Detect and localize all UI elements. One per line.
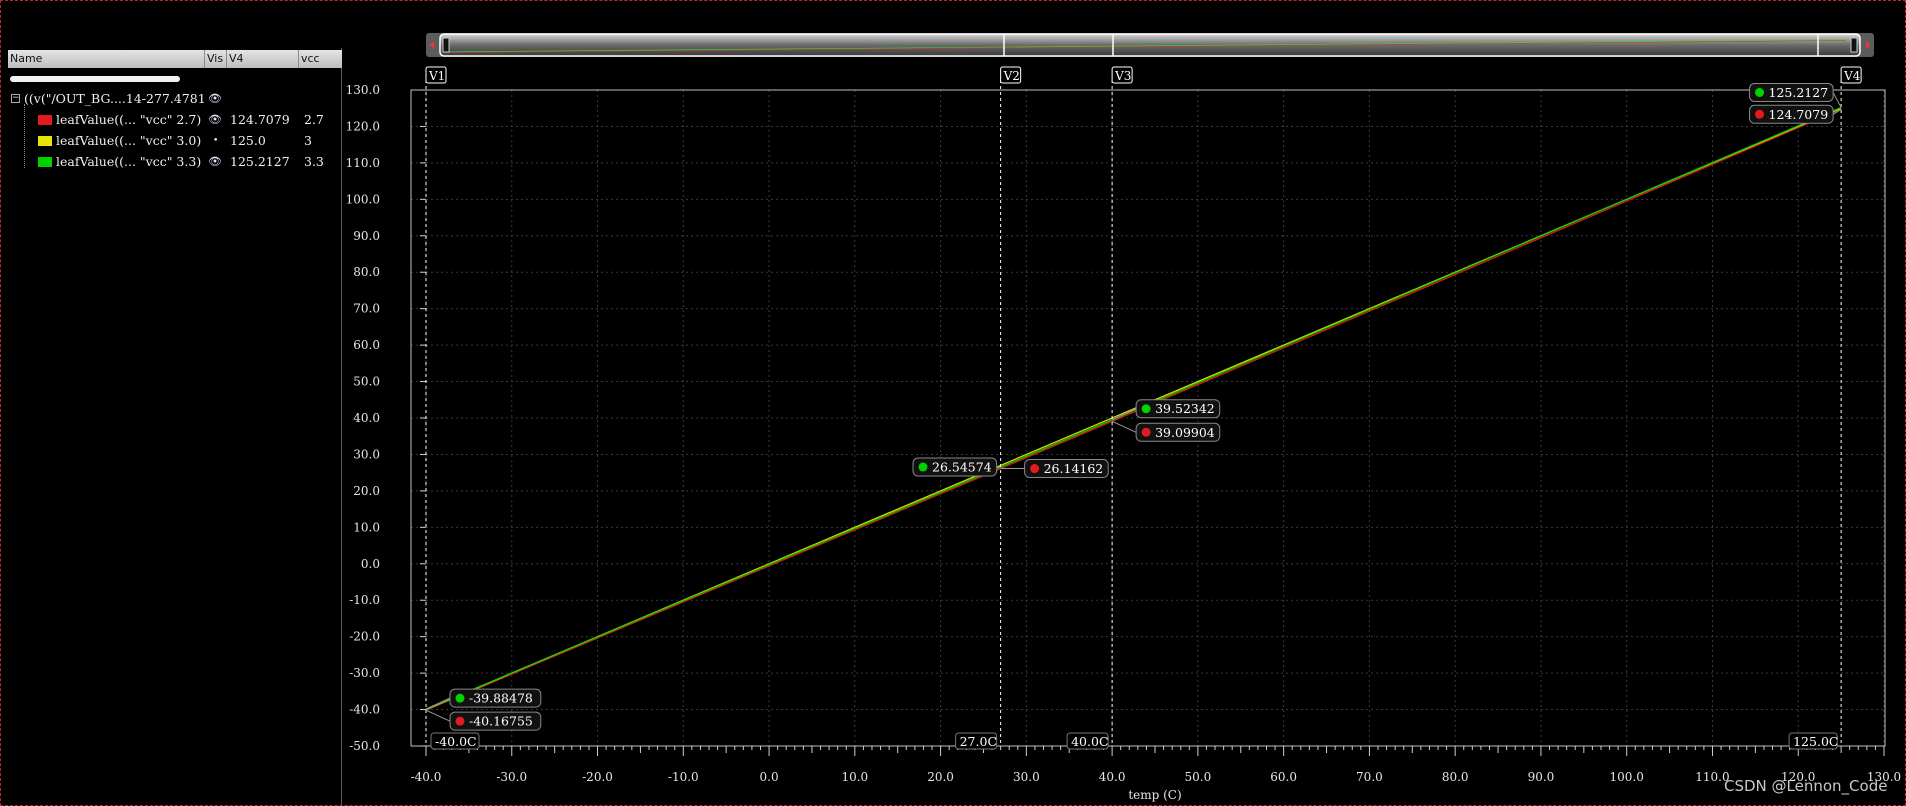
waveform-chart[interactable]: -40.0 -30.0 -20.0 -10.0 0.0 10.0 20.0 30.0 40.0 5… <box>0 0 1906 806</box>
marker-dot <box>455 716 465 726</box>
marker-value: 26.14162 <box>1044 461 1104 476</box>
series-layer <box>425 106 1842 711</box>
marker-value: -40.16755 <box>469 714 533 729</box>
cursor-tag: V3 <box>1111 66 1133 84</box>
cursor-tag: V2 <box>1000 66 1022 84</box>
marker-value: 124.7079 <box>1769 107 1829 122</box>
x-tick-label: 70.0 <box>1356 770 1383 784</box>
cursor-readout: 125.0C <box>1788 732 1838 750</box>
marker-dot <box>1030 464 1040 474</box>
marker: 39.52342 <box>1111 399 1221 421</box>
cursor-readout-value: -40.0C <box>435 734 477 749</box>
y-tick-label: -10.0 <box>349 593 380 607</box>
marker-value: 26.54574 <box>932 460 992 475</box>
cursor-name: V3 <box>1114 69 1131 83</box>
y-tick-label: 100.0 <box>346 192 380 206</box>
marker: 125.2127 <box>1749 82 1842 108</box>
marker: 26.54574 <box>912 457 1001 477</box>
cursor-name: V2 <box>1003 69 1020 83</box>
y-tick-label: 0.0 <box>361 557 380 571</box>
cursor-name: V4 <box>1843 69 1861 83</box>
cursor-readout: 27.0C <box>955 732 998 750</box>
x-tick-label: 60.0 <box>1270 770 1297 784</box>
x-tick-label: 20.0 <box>927 770 954 784</box>
marker-dot <box>1141 404 1151 414</box>
x-axis: -40.0 -30.0 -20.0 -10.0 0.0 10.0 20.0 30.0 40.0 5… <box>411 746 1901 784</box>
y-axis: -50.0 -40.0 -30.0 -20.0 -10.0 0.0 10.0 20.0 30.0… <box>346 83 426 753</box>
y-tick-label: -50.0 <box>349 739 380 753</box>
x-tick-label: -40.0 <box>411 770 442 784</box>
cursor-readout-value: 40.0C <box>1071 734 1108 749</box>
y-tick-label: 40.0 <box>353 411 380 425</box>
cursor-readout-value: 125.0C <box>1793 734 1838 749</box>
y-tick-label: 60.0 <box>353 338 380 352</box>
marker: 124.7079 <box>1749 104 1842 124</box>
x-tick-label: 100.0 <box>1610 770 1644 784</box>
y-tick-label: 120.0 <box>346 119 380 133</box>
y-tick-label: -30.0 <box>349 666 380 680</box>
marker-leader <box>1111 420 1137 433</box>
x-axis-label: temp (C) <box>1128 788 1181 802</box>
y-tick-label: 20.0 <box>353 484 380 498</box>
x-tick-label: 30.0 <box>1013 770 1040 784</box>
x-tick-label: 50.0 <box>1185 770 1212 784</box>
marker-dot <box>1755 87 1765 97</box>
y-tick-label: 130.0 <box>346 83 380 97</box>
x-tick-label: 10.0 <box>841 770 868 784</box>
y-tick-label: 50.0 <box>353 375 380 389</box>
marker-value: 39.52342 <box>1155 401 1215 416</box>
watermark: CSDN @Lennon_Code <box>1724 777 1888 795</box>
x-tick-label: -10.0 <box>668 770 699 784</box>
cursor-tag: V4 <box>1840 66 1862 84</box>
cursor-readout: 40.0C <box>1066 732 1109 750</box>
marker-layer: -39.88478 -40.16755 26.54574 26.14162 39.523… <box>425 82 1842 731</box>
marker-value: 125.2127 <box>1769 85 1829 100</box>
x-tick-label: 40.0 <box>1099 770 1126 784</box>
marker-leader <box>1832 92 1842 108</box>
y-tick-label: 70.0 <box>353 302 380 316</box>
x-tick-label: -20.0 <box>582 770 613 784</box>
marker: 39.09904 <box>1111 420 1221 442</box>
y-tick-label: 90.0 <box>353 229 380 243</box>
y-tick-label: -40.0 <box>349 703 380 717</box>
marker-dot <box>918 462 928 472</box>
marker-leader <box>425 709 451 722</box>
x-tick-label: 90.0 <box>1528 770 1555 784</box>
cursor-readout: -40.0C <box>430 732 480 750</box>
marker: -39.88478 <box>425 688 542 710</box>
cursor-tag: V1 <box>425 66 447 84</box>
y-tick-label: 10.0 <box>353 520 380 534</box>
marker-leader <box>425 697 451 710</box>
y-tick-label: 30.0 <box>353 447 380 461</box>
marker: -40.16755 <box>425 709 542 731</box>
marker-dot <box>455 693 465 703</box>
y-tick-label: 80.0 <box>353 265 380 279</box>
x-tick-label: 80.0 <box>1442 770 1469 784</box>
cursor-readout-value: 27.0C <box>960 734 997 749</box>
x-tick-label: 0.0 <box>760 770 779 784</box>
marker-dot <box>1755 109 1765 119</box>
marker-value: -39.88478 <box>469 691 533 706</box>
x-tick-label: -30.0 <box>496 770 527 784</box>
y-tick-label: 110.0 <box>346 156 380 170</box>
marker-value: 39.09904 <box>1155 425 1215 440</box>
y-tick-label: -20.0 <box>349 630 380 644</box>
cursor-name: V1 <box>428 69 445 83</box>
marker-dot <box>1141 427 1151 437</box>
